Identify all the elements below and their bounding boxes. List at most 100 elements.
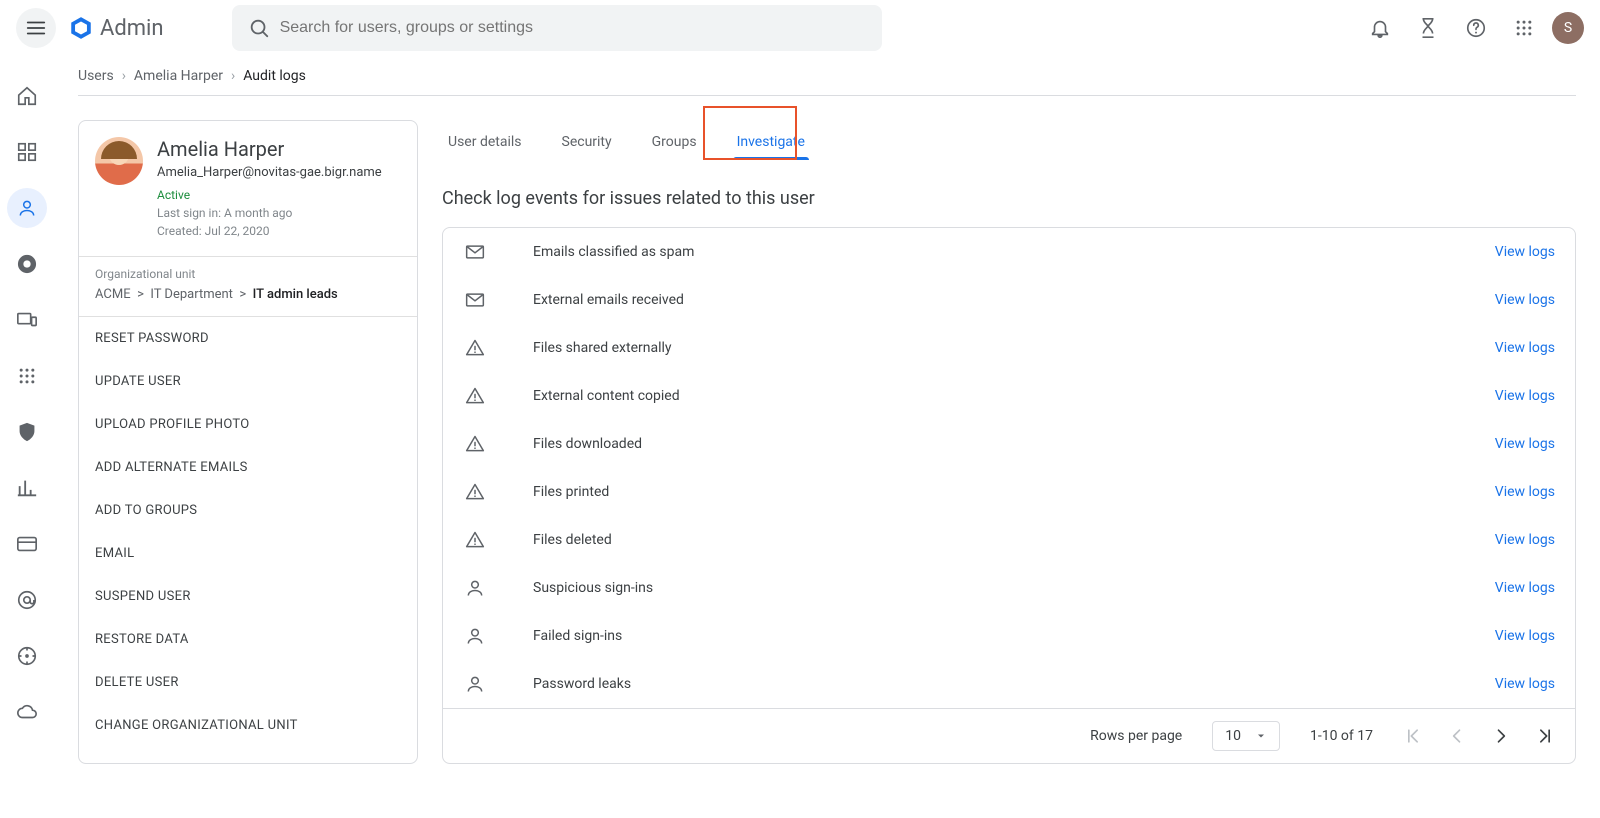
nav-devices[interactable] (7, 300, 47, 340)
avatar-initial: S (1564, 20, 1572, 36)
last-page-icon (1535, 726, 1555, 746)
view-logs-link[interactable]: View logs (1495, 244, 1555, 260)
nav-dashboard[interactable] (7, 132, 47, 172)
nav-migration[interactable] (7, 636, 47, 676)
user-action-update-user[interactable]: UPDATE USER (79, 360, 417, 403)
nav-apps[interactable] (7, 356, 47, 396)
breadcrumb-item[interactable]: Amelia Harper (134, 68, 223, 84)
nav-chrome[interactable] (7, 244, 47, 284)
view-logs-link[interactable]: View logs (1495, 388, 1555, 404)
log-event-row: External emails receivedView logs (443, 276, 1575, 324)
search-input[interactable] (280, 19, 866, 37)
gmail-icon (463, 290, 487, 310)
chevron-right-icon: › (122, 68, 126, 84)
tab-groups[interactable]: Groups (646, 124, 703, 162)
tab-security[interactable]: Security (556, 124, 618, 162)
main-content: Users › Amelia Harper › Audit logs Ameli… (54, 56, 1600, 818)
first-page-button[interactable] (1403, 726, 1423, 746)
rows-per-page-label: Rows per page (1090, 728, 1182, 744)
user-created: Created: Jul 22, 2020 (157, 224, 382, 238)
prev-page-button[interactable] (1447, 726, 1467, 746)
tab-user-details[interactable]: User details (442, 124, 528, 162)
breadcrumb-current: Audit logs (243, 68, 306, 84)
drive-alert-icon (463, 530, 487, 550)
migrate-icon (16, 645, 38, 667)
view-logs-link[interactable]: View logs (1495, 628, 1555, 644)
nav-account[interactable] (7, 580, 47, 620)
notifications-button[interactable] (1360, 8, 1400, 48)
user-action-change-organizational-unit[interactable]: CHANGE ORGANIZATIONAL UNIT (79, 704, 417, 747)
user-action-delete-user[interactable]: DELETE USER (79, 661, 417, 704)
log-events-card: Emails classified as spamView logsExtern… (442, 227, 1576, 764)
user-action-restore-data[interactable]: RESTORE DATA (79, 618, 417, 661)
log-event-label: Files printed (533, 484, 1495, 500)
log-event-row: Files printedView logs (443, 468, 1575, 516)
log-event-label: Suspicious sign-ins (533, 580, 1495, 596)
drive-alert-icon (463, 434, 487, 454)
view-logs-link[interactable]: View logs (1495, 436, 1555, 452)
person-icon (463, 674, 487, 694)
user-action-add-to-groups[interactable]: ADD TO GROUPS (79, 489, 417, 532)
view-logs-link[interactable]: View logs (1495, 532, 1555, 548)
nav-cloud[interactable] (7, 692, 47, 732)
account-avatar[interactable]: S (1552, 12, 1584, 44)
tab-investigate[interactable]: Investigate (731, 124, 811, 162)
log-event-row: Failed sign-insView logs (443, 612, 1575, 660)
org-unit-path: ACME > IT Department > IT admin leads (95, 287, 401, 302)
dashboard-icon (16, 141, 38, 163)
user-action-upload-profile-photo[interactable]: UPLOAD PROFILE PHOTO (79, 403, 417, 446)
view-logs-link[interactable]: View logs (1495, 676, 1555, 692)
search-bar[interactable] (232, 5, 882, 51)
nav-home[interactable] (7, 76, 47, 116)
tasks-button[interactable] (1408, 8, 1448, 48)
view-logs-link[interactable]: View logs (1495, 340, 1555, 356)
card-icon (16, 533, 38, 555)
next-page-button[interactable] (1491, 726, 1511, 746)
first-page-icon (1403, 726, 1423, 746)
apps-button[interactable] (1504, 8, 1544, 48)
log-event-label: Emails classified as spam (533, 244, 1495, 260)
user-action-email[interactable]: EMAIL (79, 532, 417, 575)
rows-per-page-select[interactable]: 10 (1212, 721, 1280, 751)
user-status: Active (157, 188, 382, 202)
logo[interactable]: Admin (68, 15, 164, 41)
apps-grid-icon (17, 366, 37, 386)
person-icon (463, 578, 487, 598)
at-icon (16, 589, 38, 611)
nav-security[interactable] (7, 412, 47, 452)
app-name: Admin (100, 16, 164, 41)
last-page-button[interactable] (1535, 726, 1555, 746)
user-action-reset-password[interactable]: RESET PASSWORD (79, 317, 417, 360)
log-event-label: Files shared externally (533, 340, 1495, 356)
breadcrumb: Users › Amelia Harper › Audit logs (78, 56, 1576, 96)
person-icon (463, 626, 487, 646)
search-icon (248, 17, 270, 39)
user-display-name: Amelia Harper (157, 137, 382, 161)
log-event-row: External content copiedView logs (443, 372, 1575, 420)
user-detail-panel: User details Security Groups Investigate Ch… (442, 120, 1576, 764)
cloud-icon (16, 701, 38, 723)
help-button[interactable] (1456, 8, 1496, 48)
devices-icon (16, 309, 38, 331)
view-logs-link[interactable]: View logs (1495, 292, 1555, 308)
chrome-icon (16, 253, 38, 275)
log-event-row: Files deletedView logs (443, 516, 1575, 564)
main-menu-button[interactable] (16, 8, 56, 48)
chevron-right-icon: › (231, 68, 235, 84)
bell-icon (1369, 17, 1391, 39)
nav-billing[interactable] (7, 524, 47, 564)
log-event-row: Files shared externallyView logs (443, 324, 1575, 372)
user-avatar (95, 137, 143, 185)
log-event-row: Suspicious sign-insView logs (443, 564, 1575, 612)
hourglass-icon (1417, 17, 1439, 39)
view-logs-link[interactable]: View logs (1495, 484, 1555, 500)
breadcrumb-item[interactable]: Users (78, 68, 114, 84)
log-event-label: Failed sign-ins (533, 628, 1495, 644)
panel-heading: Check log events for issues related to t… (442, 188, 1576, 209)
user-action-suspend-user[interactable]: SUSPEND USER (79, 575, 417, 618)
org-unit-label: Organizational unit (95, 267, 401, 281)
nav-reporting[interactable] (7, 468, 47, 508)
nav-directory[interactable] (7, 188, 47, 228)
view-logs-link[interactable]: View logs (1495, 580, 1555, 596)
user-action-add-alternate-emails[interactable]: ADD ALTERNATE EMAILS (79, 446, 417, 489)
